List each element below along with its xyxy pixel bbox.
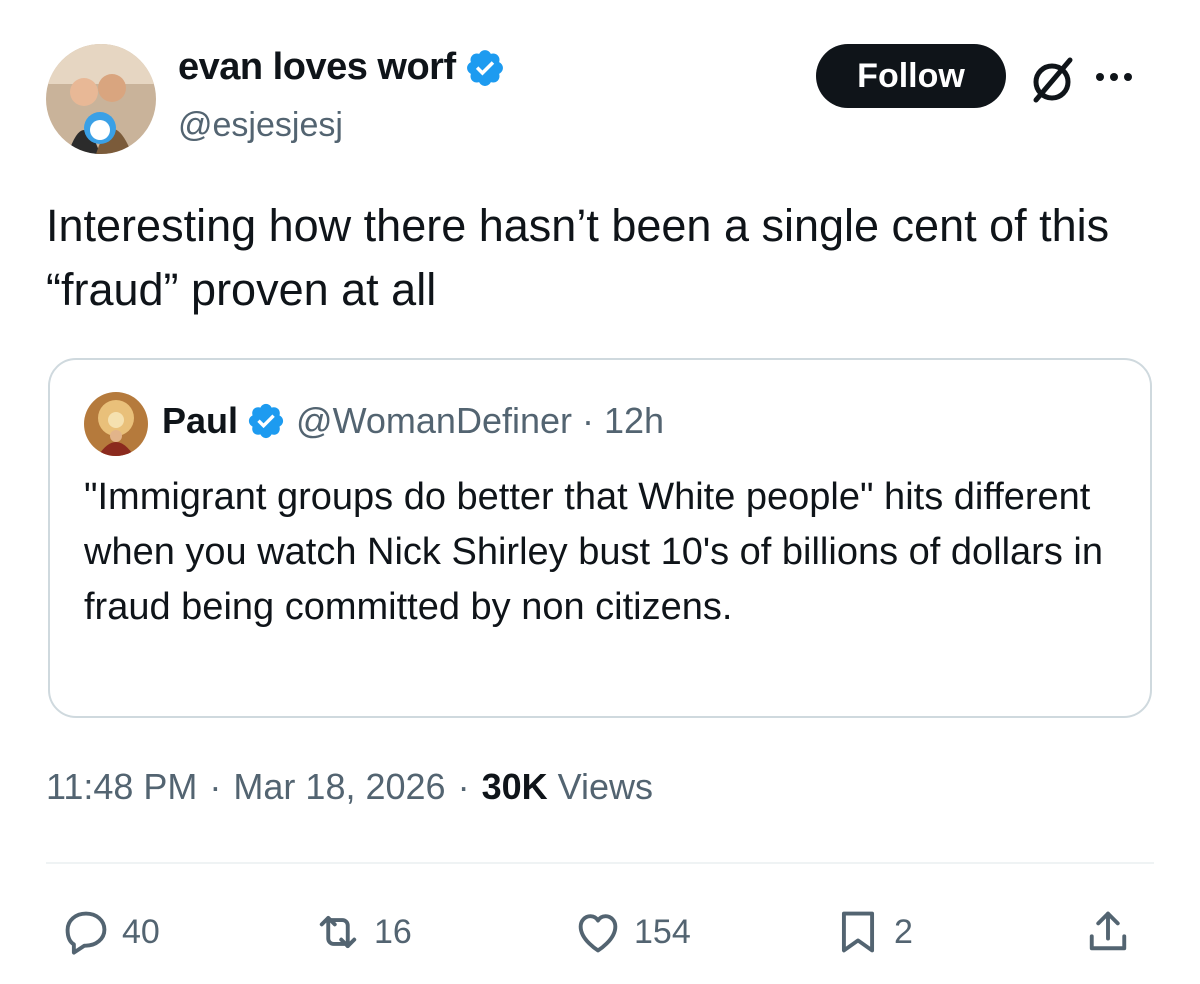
meta-separator: ·	[457, 766, 470, 807]
quote-author-handle: @WomanDefiner	[296, 400, 573, 441]
share-button[interactable]	[1082, 900, 1144, 964]
divider	[46, 862, 1154, 864]
verified-badge-icon	[466, 49, 503, 86]
bookmark-icon	[841, 911, 875, 953]
like-button[interactable]: 154	[572, 900, 691, 964]
author-name-text: evan loves worf	[178, 46, 456, 88]
follow-button[interactable]: Follow	[816, 44, 1006, 108]
author-handle[interactable]: @esjesjesj	[178, 106, 343, 145]
quote-header: Paul @WomanDefiner · 12h	[162, 400, 664, 442]
views-count[interactable]: 30K	[482, 766, 548, 808]
tweet-date[interactable]: Mar 18, 2026	[233, 766, 445, 808]
share-icon	[1089, 911, 1127, 951]
reply-button[interactable]: 40	[60, 900, 160, 964]
like-icon	[578, 914, 618, 953]
grok-icon[interactable]	[1024, 52, 1080, 108]
quote-separator: ·	[582, 400, 595, 441]
tweet-meta: 11:48 PM · Mar 18, 2026 · 30K Views	[46, 766, 653, 808]
meta-separator: ·	[209, 766, 222, 807]
author-avatar[interactable]	[46, 44, 156, 154]
verified-badge-icon	[248, 403, 284, 439]
more-icon[interactable]	[1096, 66, 1152, 88]
repost-count: 16	[374, 912, 412, 951]
bookmark-button[interactable]: 2	[832, 900, 913, 964]
reply-count: 40	[122, 912, 160, 951]
action-bar: 40 16 154 2	[0, 900, 1200, 964]
author-display-name[interactable]: evan loves worf	[178, 46, 506, 89]
tweet-time[interactable]: 11:48 PM	[46, 766, 197, 808]
quote-text: "Immigrant groups do better that White p…	[84, 476, 1103, 628]
quote-timestamp: 12h	[604, 400, 665, 441]
reply-icon	[65, 911, 107, 955]
like-count: 154	[634, 912, 691, 951]
views-label: Views	[557, 766, 653, 807]
quote-author-name: Paul	[162, 400, 239, 441]
quote-author-avatar	[84, 392, 148, 456]
quoted-tweet-card[interactable]: Paul @WomanDefiner · 12h "Immigrant grou…	[48, 358, 1152, 718]
repost-icon	[319, 915, 357, 949]
bookmark-count: 2	[894, 912, 913, 951]
tweet-text: Interesting how there hasn’t been a sing…	[46, 200, 1110, 315]
repost-button[interactable]: 16	[312, 900, 412, 964]
